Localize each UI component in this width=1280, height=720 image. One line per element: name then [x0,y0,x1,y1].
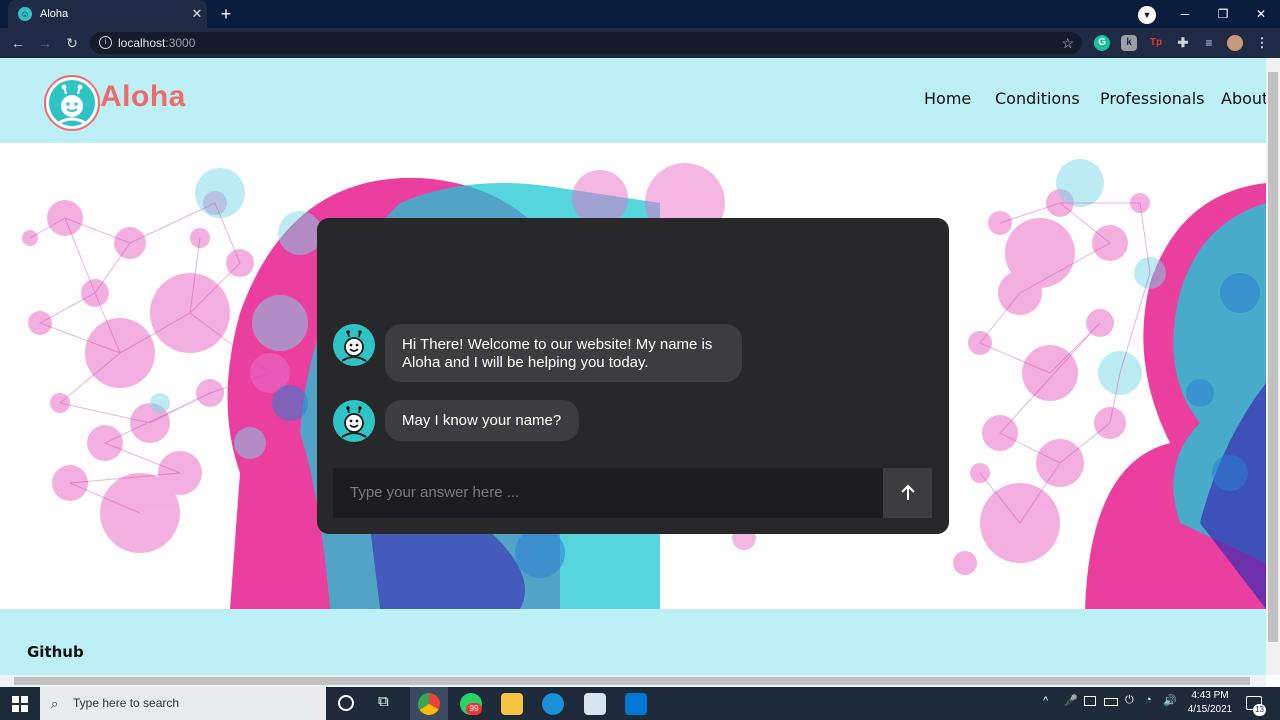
search-placeholder: Type here to search [73,696,180,710]
site-favicon-icon: ☺ [18,7,32,21]
browser-menu-icon[interactable]: ⋮ [1254,35,1270,51]
restore-icon[interactable]: ❐ [1204,0,1242,28]
tab-title: Aloha [40,8,69,20]
profile-menu-icon[interactable]: ▼ [1138,6,1156,24]
url-port: :3000 [165,36,196,50]
whatsapp-badge: 99 [466,703,482,715]
browser-tab[interactable]: ☺ Aloha ✕ [8,0,207,28]
device-icon[interactable]: ⏻ [1125,694,1134,707]
arrow-up-icon [900,484,915,500]
close-tab-icon[interactable]: ✕ [187,6,207,22]
task-view-icon[interactable]: ⧉ [378,693,389,710]
meet-now-icon[interactable] [1084,696,1096,706]
clock-time: 4:43 PM [1191,690,1229,701]
grammarly-extension-icon[interactable]: G [1094,35,1110,51]
nav-link-home[interactable]: Home [924,89,971,108]
new-tab-icon[interactable]: + [216,2,236,26]
github-link[interactable]: Github [27,643,84,661]
volume-icon[interactable]: 🔊 [1163,694,1177,707]
vscode-icon[interactable] [625,693,647,715]
window-close-icon[interactable]: ✕ [1242,0,1280,28]
extension-k-icon[interactable]: k [1121,35,1137,51]
back-icon[interactable]: ← [6,28,30,58]
battery-icon[interactable] [1104,698,1118,706]
media-control-icon[interactable]: ≡ [1201,35,1217,51]
horizontal-scroll-thumb[interactable] [14,677,1250,685]
notification-count-badge: 13 [1253,704,1266,716]
chatbot-window: Hi There! Welcome to our website! My nam… [317,218,949,534]
bot-avatar-icon [333,324,375,366]
vertical-scroll-thumb[interactable] [1268,72,1278,642]
file-explorer-icon[interactable] [501,693,523,715]
minimize-icon[interactable]: ─ [1166,0,1204,28]
reload-icon[interactable]: ↻ [60,28,84,58]
microphone-icon[interactable]: 🎤 [1064,694,1078,707]
nav-link-professionals[interactable]: Professionals [1100,89,1205,108]
aloha-logo-icon[interactable] [44,75,100,131]
windows-start-icon[interactable] [12,696,28,712]
photos-icon[interactable] [584,693,606,715]
send-button[interactable] [883,468,932,518]
wifi-icon[interactable]: ◔ [1145,694,1152,706]
tray-overflow-icon[interactable]: ^ [1043,695,1048,707]
site-info-icon[interactable]: i [99,36,112,49]
web-page: Aloha Home Conditions Professionals Abou… [0,58,1266,675]
brand-name[interactable]: Aloha [100,80,186,114]
bot-avatar-icon [333,400,375,442]
clock-date: 4/15/2021 [1187,704,1233,715]
chat-answer-input[interactable]: Type your answer here ... [333,468,883,518]
site-navbar: Aloha Home Conditions Professionals Abou… [0,58,1266,143]
taskbar-search-box[interactable]: ⌕ Type here to search [40,687,326,720]
address-bar[interactable]: i localhost:3000 ☆ [90,32,1082,54]
bookmark-star-icon[interactable]: ☆ [1061,32,1074,54]
extensions-puzzle-icon[interactable]: ✚ [1175,35,1191,51]
cortana-icon[interactable] [338,695,354,711]
system-clock[interactable]: 4:43 PM 4/15/2021 [1180,689,1240,717]
user-avatar-icon[interactable] [1227,35,1243,51]
url-host: localhost [118,36,166,50]
forward-icon[interactable]: → [33,28,57,58]
bot-message-bubble: Hi There! Welcome to our website! My nam… [385,324,742,382]
nav-link-about[interactable]: About [1221,89,1266,108]
chrome-icon[interactable] [418,693,440,715]
site-footer [0,609,1266,675]
edge-icon[interactable] [542,693,564,715]
search-icon: ⌕ [51,696,59,711]
nav-link-conditions[interactable]: Conditions [995,89,1080,108]
extension-tp-icon[interactable]: Tp [1148,35,1164,51]
bot-message-bubble: May I know your name? [385,400,579,441]
